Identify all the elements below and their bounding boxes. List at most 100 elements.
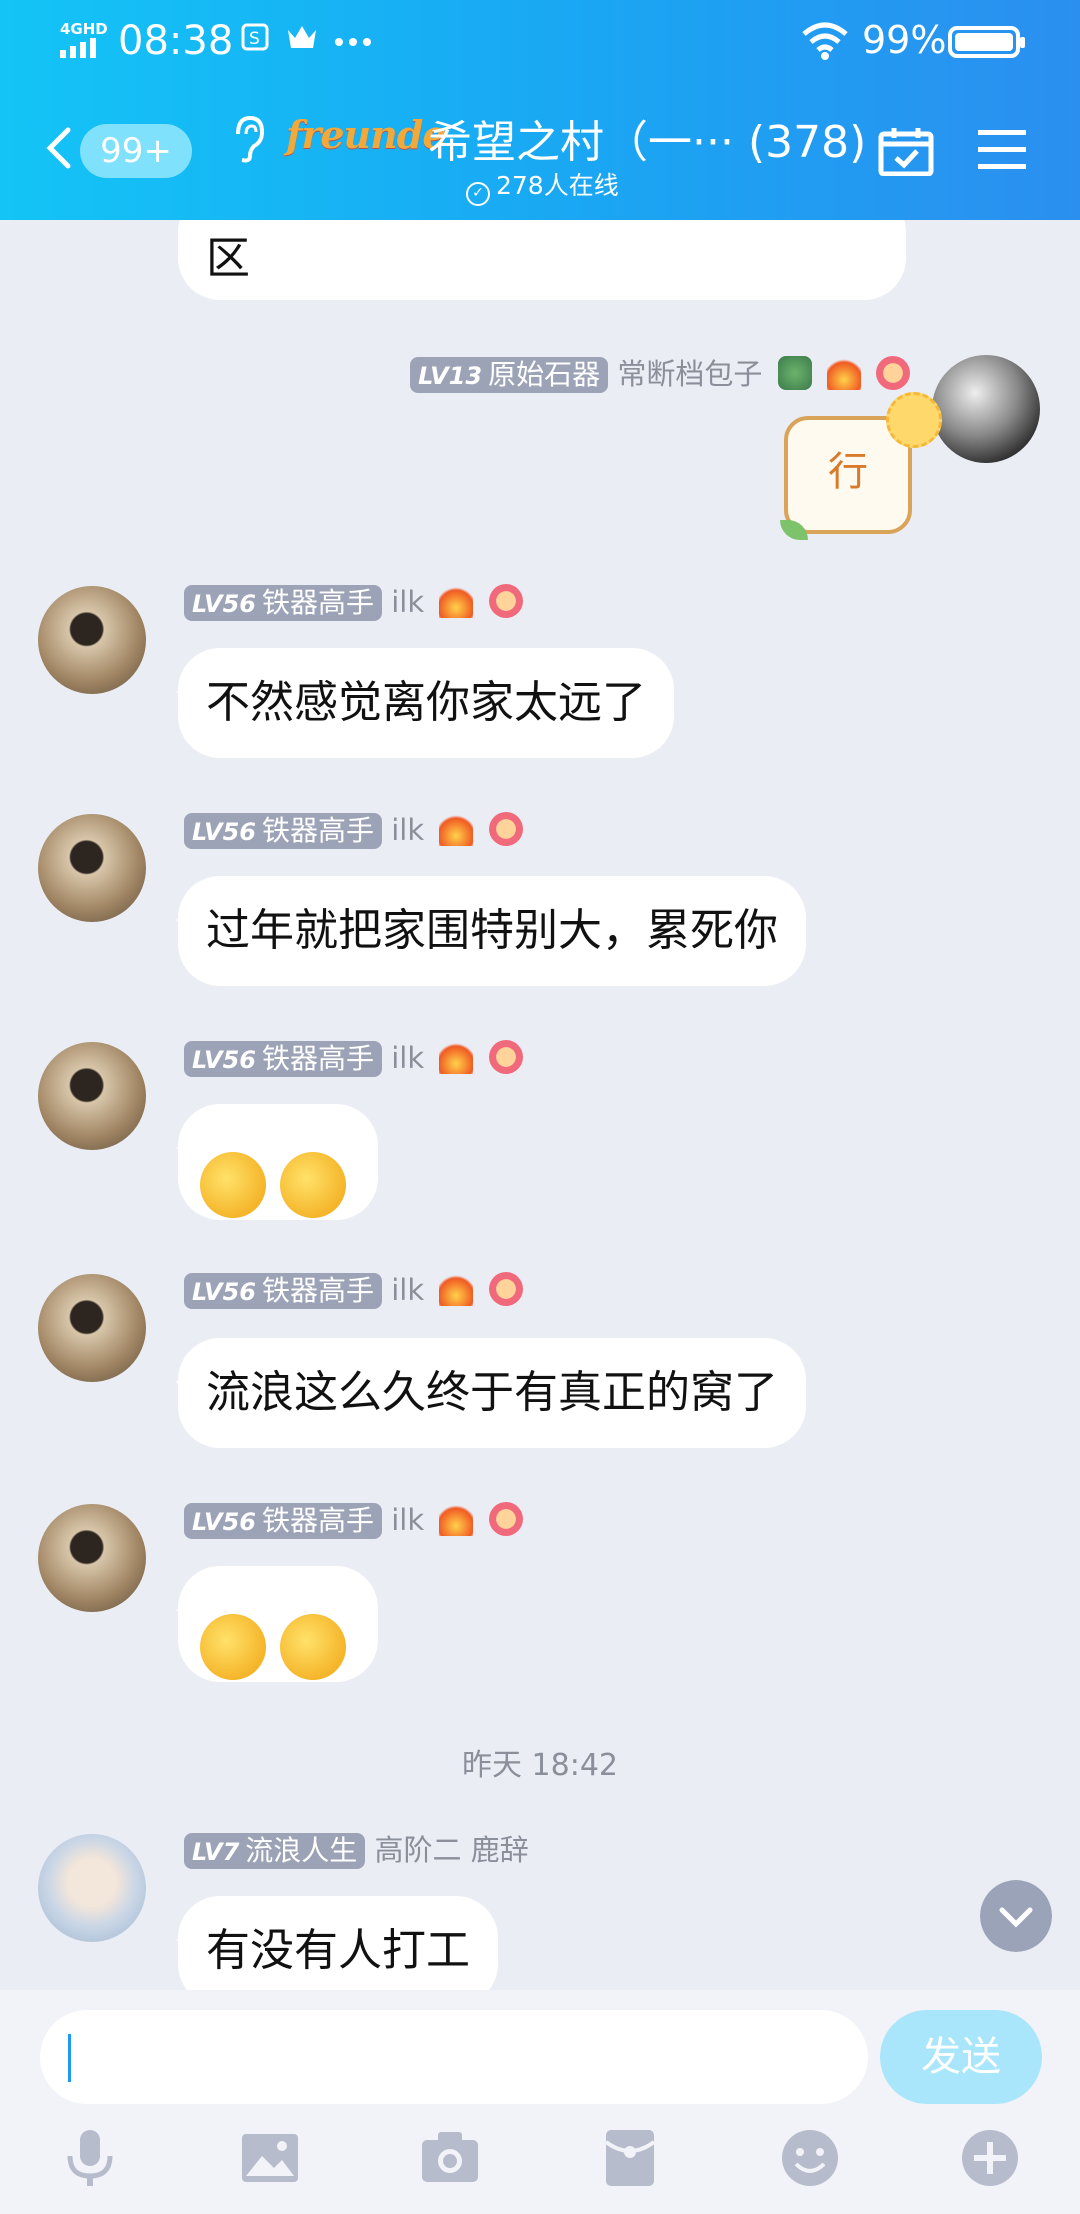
sender-meta: LV56 铁器高手 ilk: [184, 812, 523, 849]
level-title: 铁器高手: [261, 1042, 374, 1075]
flame-icon: [439, 1272, 474, 1306]
flame-icon: [439, 812, 474, 846]
sun-icon: [886, 392, 942, 448]
sender-name[interactable]: 高阶二 鹿辞: [375, 1833, 529, 1867]
level-badge: LV56 铁器高手: [184, 813, 382, 849]
avatar-ilk[interactable]: [38, 586, 146, 694]
unread-badge[interactable]: 99+: [80, 124, 192, 178]
message-bubble[interactable]: [176, 1566, 378, 1682]
scroll-down-button[interactable]: [980, 1880, 1052, 1952]
message-input[interactable]: [76, 2010, 840, 2106]
emoji-icon[interactable]: [778, 2126, 842, 2190]
avatar-ilk[interactable]: [38, 1504, 146, 1612]
duck-emoji-icon: [200, 1152, 266, 1218]
avatar-self[interactable]: [932, 355, 1040, 463]
sender-meta: LV13 原始石器 常断档包子: [410, 356, 910, 393]
sender-meta: LV56 铁器高手 ilk: [184, 1502, 523, 1539]
sticker-text: 行: [828, 449, 868, 495]
sender-name[interactable]: ilk: [391, 1041, 424, 1075]
dragon-icon: [777, 356, 812, 390]
sender-name[interactable]: ilk: [391, 1503, 424, 1537]
message-bubble[interactable]: 不然感觉离你家太远了: [176, 648, 674, 758]
message-text: 区: [206, 233, 250, 284]
level-badge: LV56 铁器高手: [184, 585, 382, 621]
level-number: LV56: [192, 818, 256, 846]
sender-name[interactable]: ilk: [391, 813, 424, 847]
wifi-icon: [802, 22, 848, 60]
sticker-message[interactable]: 行: [780, 392, 942, 540]
sender-meta: LV56 铁器高手 ilk: [184, 1040, 523, 1077]
sender-meta: LV7 流浪人生 高阶二 鹿辞: [184, 1832, 529, 1869]
battery-icon: [948, 26, 1025, 58]
level-title: 铁器高手: [261, 1504, 374, 1537]
time-divider: 昨天 18:42: [462, 1748, 618, 1783]
red-packet-icon[interactable]: [598, 2126, 662, 2190]
flower-face-icon: [488, 812, 523, 846]
level-title: 铁器高手: [261, 586, 374, 619]
sender-name[interactable]: 常断档包子: [617, 357, 762, 391]
avatar-ilk[interactable]: [38, 814, 146, 922]
microphone-icon[interactable]: [58, 2126, 122, 2190]
level-badge: LV56 铁器高手: [184, 1273, 382, 1309]
image-icon[interactable]: [238, 2126, 302, 2190]
signal-icon: [60, 38, 96, 58]
chat-header: 4GHD 08:38 S 99% 99+ freunde 希望之村（一··· (…: [0, 0, 1080, 220]
calendar-check-icon[interactable]: [878, 126, 934, 176]
message-text: 不然感觉离你家太远了: [206, 677, 646, 728]
level-number: LV7: [192, 1838, 240, 1866]
crown-icon: [288, 26, 316, 48]
send-button[interactable]: 发送: [880, 2010, 1042, 2104]
message-bubble[interactable]: 流浪这么久终于有真正的窝了: [176, 1338, 806, 1448]
camera-icon[interactable]: [418, 2126, 482, 2190]
sender-name[interactable]: ilk: [391, 585, 424, 619]
plus-icon[interactable]: [958, 2126, 1022, 2190]
flower-face-icon: [488, 1040, 523, 1074]
duck-emoji-icon: [280, 1614, 346, 1680]
level-title: 铁器高手: [261, 814, 374, 847]
online-count-text: 278人在线: [496, 171, 619, 200]
avatar-ilk[interactable]: [38, 1274, 146, 1382]
message-text: 流浪这么久终于有真正的窝了: [206, 1367, 778, 1418]
sender-name[interactable]: ilk: [391, 1273, 424, 1307]
input-toolbar: [0, 2120, 1080, 2200]
battery-percent: 99%: [862, 18, 947, 62]
flower-face-icon: [488, 584, 523, 618]
flower-face-icon: [876, 356, 910, 390]
sender-meta: LV56 铁器高手 ilk: [184, 584, 523, 621]
message-list[interactable]: 区 LV13 原始石器 常断档包子 行 LV56 铁器高手 ilk 不然感觉离你家太…: [0, 220, 1080, 1990]
duck-emoji-icon: [200, 1614, 266, 1680]
menu-icon[interactable]: [978, 128, 1026, 172]
level-number: LV13: [418, 362, 483, 390]
level-badge: LV13 原始石器: [410, 357, 609, 393]
flame-icon: [439, 1502, 474, 1536]
status-bar: 4GHD 08:38 S 99%: [0, 0, 1080, 84]
flower-face-icon: [488, 1272, 523, 1306]
level-badge: LV56 铁器高手: [184, 1503, 382, 1539]
message-bubble[interactable]: 有没有人打工: [176, 1896, 498, 1990]
clock: 08:38: [118, 18, 234, 64]
group-logo: freunde: [286, 112, 447, 157]
online-count: ✓ 278人在线: [466, 166, 619, 206]
message-input-box[interactable]: [40, 2010, 868, 2106]
svg-text:S: S: [249, 29, 260, 49]
message-bubble[interactable]: 区: [178, 220, 906, 300]
level-number: LV56: [192, 1508, 256, 1536]
avatar-ilk[interactable]: [38, 1042, 146, 1150]
level-number: LV56: [192, 1046, 256, 1074]
duck-emoji-icon: [280, 1152, 346, 1218]
flame-icon: [439, 584, 474, 618]
page-title[interactable]: 希望之村（一··· (378): [428, 106, 866, 170]
level-number: LV56: [192, 1278, 256, 1306]
back-arrow-icon[interactable]: [40, 126, 84, 170]
flower-face-icon: [488, 1502, 523, 1536]
flame-icon: [826, 356, 861, 390]
message-bubble[interactable]: 过年就把家围特别大，累死你: [176, 876, 806, 986]
level-title: 原始石器: [488, 358, 601, 391]
ear-icon[interactable]: [230, 114, 266, 164]
nav-bar: 99+ freunde 希望之村（一··· (378) ✓ 278人在线: [0, 100, 1080, 210]
input-bar: 发送: [0, 1990, 1080, 2214]
avatar-lucy[interactable]: [38, 1834, 146, 1942]
network-type: 4GHD: [60, 20, 108, 38]
level-title: 流浪人生: [245, 1834, 358, 1867]
message-bubble[interactable]: [176, 1104, 378, 1220]
